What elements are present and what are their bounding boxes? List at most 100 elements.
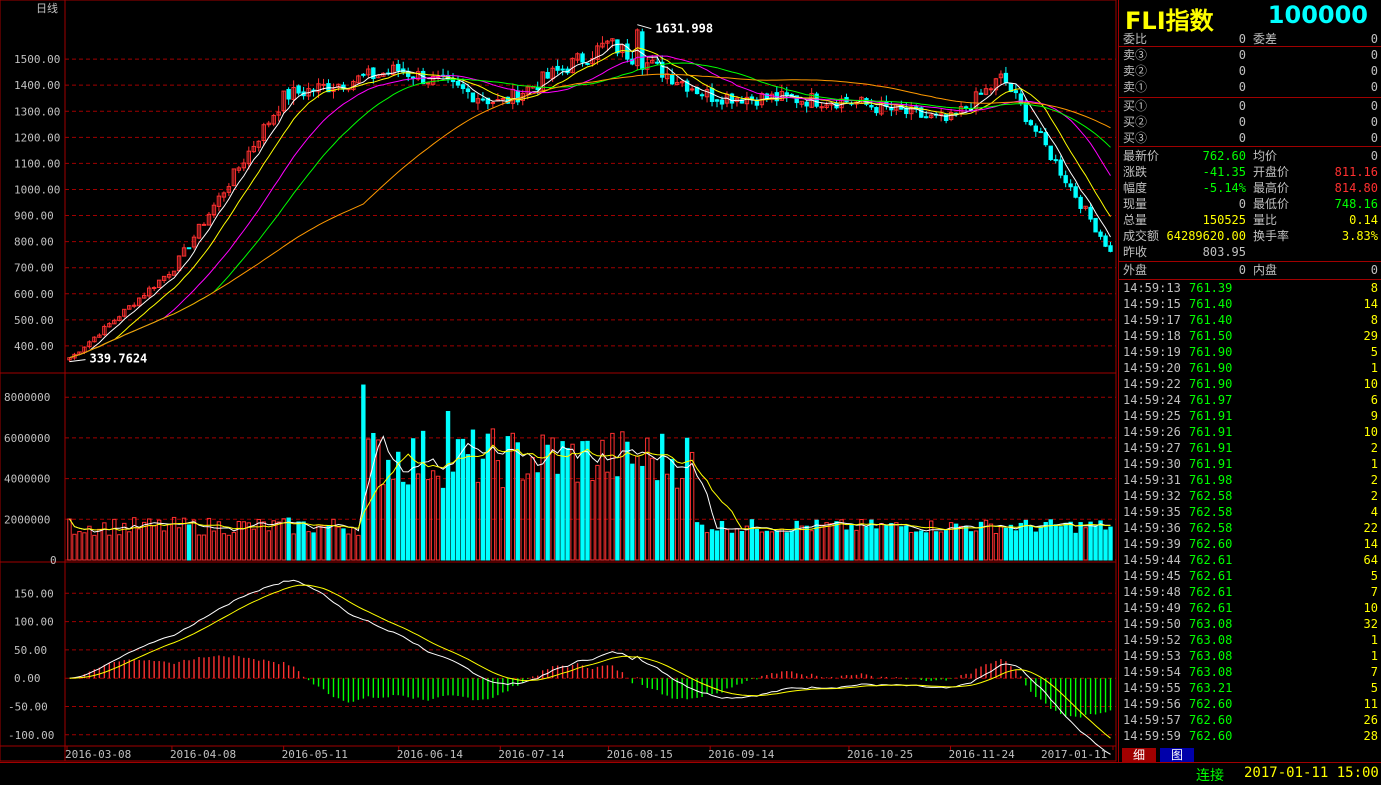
volume-bar: [540, 434, 545, 561]
volume-bar: [485, 433, 491, 561]
volume-bar: [734, 528, 740, 561]
volume-bar: [396, 451, 401, 561]
kline-chart[interactable]: 1500.00 1400.00 1300.00 1200.00 1100.00 1000.…: [0, 0, 1117, 762]
quote-label: 量比: [1253, 213, 1278, 227]
tab-detail[interactable]: 细: [1122, 748, 1156, 762]
quote-label: 买①: [1123, 99, 1148, 113]
tick-time: 14:59:19: [1123, 345, 1181, 359]
quote-value: 0: [1370, 263, 1378, 277]
tick-price: 761.91: [1189, 409, 1233, 423]
candle-body: [1033, 125, 1038, 132]
volume-bar: [1093, 525, 1098, 561]
volume-bar: [1073, 532, 1078, 561]
candle-body: [296, 85, 301, 94]
volume-bar: [844, 529, 849, 561]
volume-bar: [326, 525, 331, 561]
quote-row: 现量 0 最低价 748.16: [1119, 196, 1381, 212]
tick-volume: 64: [1363, 553, 1378, 567]
volume-bar: [226, 534, 232, 561]
volume-bar: [719, 521, 725, 561]
tick-volume: 11: [1363, 697, 1378, 711]
candle-body: [361, 73, 366, 76]
volume-tick-label: 8000000: [4, 391, 50, 404]
volume-bar: [655, 480, 660, 561]
date-tick-label: 2016-11-24: [949, 748, 1016, 761]
tick-row: 14:59:48 762.61 7: [1119, 584, 1381, 600]
tick-volume: 1: [1370, 457, 1378, 471]
volume-bar: [694, 522, 700, 561]
tick-price: 761.90: [1189, 361, 1233, 375]
tick-time: 14:59:56: [1123, 697, 1181, 711]
tick-volume: 1: [1370, 633, 1378, 647]
price-tick-label: 1300.00: [14, 105, 60, 118]
quote-value: 0: [1238, 115, 1246, 129]
candle-body: [1043, 132, 1048, 146]
quote-value: 0: [1238, 64, 1246, 78]
volume-bar: [366, 438, 371, 561]
quote-value: 762.60: [1202, 149, 1246, 163]
quote-label: 委比: [1123, 32, 1148, 46]
volume-bar: [759, 531, 765, 561]
volume-bar: [610, 432, 615, 561]
index-code: 100000: [1267, 1, 1368, 29]
candle-body: [186, 247, 192, 250]
volume-bar: [435, 475, 441, 561]
volume-bar: [590, 479, 595, 561]
volume-bar: [814, 519, 819, 561]
tick-price: 763.08: [1189, 633, 1233, 647]
tick-row: 14:59:35 762.58 4: [1119, 504, 1381, 520]
quote-row: 成交额 64289620.00 换手率 3.83%: [1119, 228, 1381, 244]
candle-body: [1088, 206, 1093, 220]
candle-body: [615, 39, 620, 54]
volume-bar: [804, 525, 809, 561]
volume-bar: [615, 476, 620, 561]
volume-bar: [1088, 521, 1093, 561]
quote-value: 0: [1370, 131, 1378, 145]
volume-bar: [550, 437, 555, 561]
tick-volume: 9: [1370, 409, 1378, 423]
tick-time: 14:59:17: [1123, 313, 1181, 327]
volume-bar: [1103, 529, 1108, 561]
quote-label: 总量: [1123, 213, 1148, 227]
volume-bar: [988, 523, 994, 561]
volume-bar: [924, 532, 929, 561]
volume-bar: [744, 525, 750, 561]
status-datetime: 2017-01-11 15:00: [1244, 765, 1379, 781]
volume-bar: [575, 481, 580, 561]
volume-bar: [769, 531, 774, 561]
tick-row: 14:59:32 762.58 2: [1119, 488, 1381, 504]
volume-bar: [650, 457, 655, 561]
volume-bar: [864, 526, 869, 561]
tick-volume: 1: [1370, 649, 1378, 663]
price-tick-label: 1400.00: [14, 79, 60, 92]
tick-time: 14:59:32: [1123, 489, 1181, 503]
date-tick-label: 2016-08-15: [607, 748, 673, 761]
quote-value: 0: [1370, 149, 1378, 163]
volume-bar: [565, 447, 570, 561]
connection-status[interactable]: 连接: [1196, 765, 1224, 785]
volume-bar: [739, 530, 745, 561]
date-tick-label: 2016-06-14: [397, 748, 464, 761]
candle-body: [1048, 145, 1053, 160]
tab-chart[interactable]: 图: [1160, 748, 1194, 762]
volume-bar: [535, 472, 540, 561]
volume-bar: [401, 481, 406, 561]
tick-volume: 32: [1363, 617, 1378, 631]
candle-body: [784, 92, 789, 96]
volume-bar: [1108, 526, 1113, 561]
volume-bar: [530, 457, 535, 561]
tick-volume: 2: [1370, 441, 1378, 455]
volume-bar: [605, 471, 610, 561]
quote-value: 0: [1370, 64, 1378, 78]
tick-volume: 26: [1363, 713, 1378, 727]
volume-bar: [909, 531, 914, 561]
volume-bar: [186, 524, 192, 561]
candle-body: [988, 88, 994, 91]
quote-label: 现量: [1123, 197, 1148, 211]
volume-bar: [156, 519, 162, 561]
tick-row: 14:59:45 762.61 5: [1119, 568, 1381, 584]
quote-row: 买③ 0 0: [1119, 130, 1381, 146]
volume-bar: [176, 527, 182, 561]
volume-bar: [406, 484, 411, 561]
volume-bar: [256, 518, 261, 561]
